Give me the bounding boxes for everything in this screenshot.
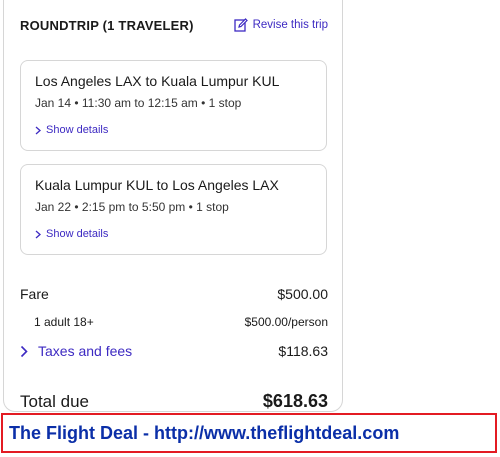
- flight-leg-return: Kuala Lumpur KUL to Los Angeles LAX Jan …: [20, 164, 327, 255]
- total-value: $618.63: [262, 391, 328, 411]
- leg-route: Los Angeles LAX to Kuala Lumpur KUL: [35, 73, 280, 89]
- show-details-link[interactable]: Show details: [35, 124, 108, 136]
- leg-schedule: Jan 22 • 2:15 pm to 5:50 pm • 1 stop: [35, 200, 229, 214]
- taxes-row: Taxes and fees $118.63: [20, 343, 328, 359]
- trip-type-title: ROUNDTRIP (1 TRAVELER): [20, 18, 194, 33]
- per-person-value: $500.00/person: [244, 315, 328, 329]
- fare-row: Fare $500.00: [20, 286, 328, 302]
- traveler-label: 1 adult 18+: [34, 315, 94, 329]
- chevron-right-icon: [20, 345, 28, 357]
- watermark-banner: The Flight Deal - http://www.theflightde…: [1, 413, 497, 453]
- edit-icon: [233, 18, 248, 32]
- taxes-label: Taxes and fees: [38, 343, 133, 359]
- chevron-right-icon: [35, 126, 41, 134]
- flight-leg-outbound: Los Angeles LAX to Kuala Lumpur KUL Jan …: [20, 60, 327, 151]
- revise-trip-link[interactable]: Revise this trip: [233, 18, 328, 32]
- leg-schedule: Jan 14 • 11:30 am to 12:15 am • 1 stop: [35, 96, 242, 110]
- chevron-right-icon: [35, 230, 41, 238]
- taxes-toggle[interactable]: Taxes and fees: [20, 343, 132, 359]
- fare-value: $500.00: [277, 286, 328, 302]
- total-label: Total due: [20, 391, 89, 411]
- show-details-label: Show details: [46, 228, 109, 240]
- show-details-label: Show details: [46, 124, 109, 136]
- traveler-fare-row: 1 adult 18+ $500.00/person: [20, 315, 328, 329]
- show-details-link[interactable]: Show details: [35, 228, 108, 240]
- taxes-value: $118.63: [278, 343, 328, 359]
- revise-trip-label: Revise this trip: [252, 19, 328, 31]
- fare-label: Fare: [20, 286, 49, 302]
- trip-summary-card: ROUNDTRIP (1 TRAVELER) Revise this trip …: [3, 0, 343, 412]
- leg-route: Kuala Lumpur KUL to Los Angeles LAX: [35, 177, 279, 193]
- banner-text: The Flight Deal - http://www.theflightde…: [9, 422, 400, 443]
- total-row: Total due $618.63: [20, 391, 328, 412]
